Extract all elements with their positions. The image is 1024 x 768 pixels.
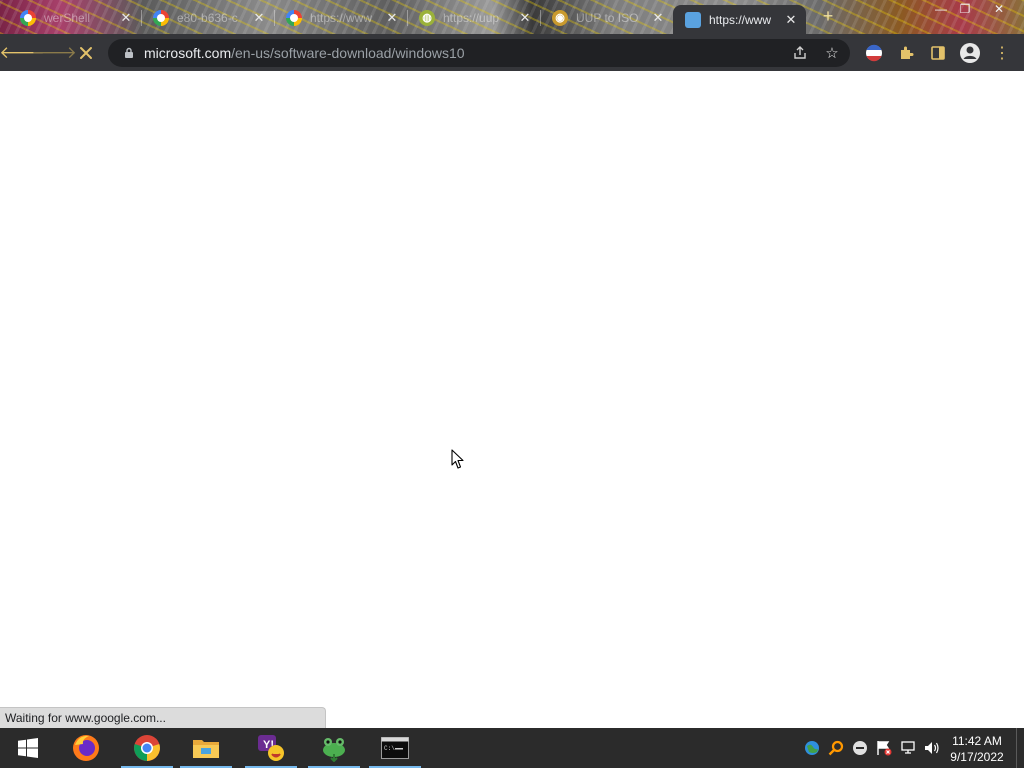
status-bubble: Waiting for www.google.com... (0, 707, 326, 728)
tab-5[interactable]: ◉ UUP to ISO ✕ (540, 5, 673, 30)
tab-4[interactable]: ◍ https://uup ✕ (407, 5, 540, 30)
browser-toolbar: 🡐 🡒 microsoft.com/en-us/software-downloa… (0, 34, 1024, 71)
extensions-puzzle-icon[interactable] (895, 42, 917, 64)
minus-circle-icon[interactable] (851, 739, 869, 757)
taskbar-firefox[interactable] (58, 728, 114, 768)
tab-title: https://www (310, 10, 373, 25)
close-tab-icon[interactable]: ✕ (651, 10, 665, 25)
google-icon (286, 9, 302, 26)
side-panel-icon[interactable] (927, 42, 949, 64)
extension-flag-icon[interactable] (863, 42, 885, 64)
globe-icon: ◍ (419, 9, 435, 26)
mouse-cursor-icon (451, 449, 465, 475)
google-icon (153, 9, 169, 26)
tab-title: e80-b636-c (177, 10, 238, 25)
frog-icon (323, 738, 345, 762)
address-bar[interactable]: microsoft.com/en-us/software-download/wi… (108, 39, 850, 67)
command-prompt-icon: C:\ (381, 737, 409, 759)
clock-time: 11:42 AM (952, 734, 1002, 748)
tab-3[interactable]: https://www ✕ (274, 5, 407, 30)
menu-kebab-icon[interactable]: ⋮ (991, 42, 1013, 64)
bookmark-star-icon[interactable]: ☆ (822, 43, 842, 63)
taskbar-frog-app[interactable] (306, 728, 362, 768)
close-tab-icon[interactable]: ✕ (518, 10, 532, 25)
stop-loading-button[interactable] (73, 40, 99, 66)
url-path: /en-us/software-download/windows10 (231, 45, 465, 61)
yahoo-messenger-icon: Y! (258, 735, 284, 761)
start-button[interactable] (0, 728, 56, 768)
tab-1[interactable]: werShell ✕ (8, 5, 141, 30)
close-tab-icon[interactable]: ✕ (385, 10, 399, 25)
new-tab-button[interactable]: + (818, 6, 838, 26)
address-url: microsoft.com/en-us/software-download/wi… (144, 45, 465, 61)
volume-icon[interactable] (923, 739, 941, 757)
firefox-icon (73, 735, 99, 761)
tab-2[interactable]: e80-b636-c ✕ (141, 5, 274, 30)
microsoft-icon (685, 11, 701, 28)
taskbar: Y! C:\ 11:42 AM 9/17/2022 (0, 728, 1024, 768)
windows-logo-icon (18, 738, 38, 758)
uup-icon: ◉ (552, 9, 568, 26)
restore-icon[interactable]: ❐ (950, 0, 980, 18)
taskbar-file-explorer[interactable] (178, 728, 234, 768)
close-window-icon[interactable]: ✕ (984, 0, 1014, 18)
url-host: microsoft.com (144, 45, 232, 61)
taskbar-yahoo-messenger[interactable]: Y! (243, 728, 299, 768)
profile-avatar-icon[interactable] (959, 42, 981, 64)
search-tray-icon[interactable] (827, 739, 845, 757)
taskbar-command-prompt[interactable]: C:\ (367, 728, 423, 768)
svg-text:C:\: C:\ (384, 745, 395, 752)
file-explorer-icon (193, 740, 219, 758)
google-icon (20, 9, 36, 26)
close-tab-icon[interactable]: ✕ (784, 12, 798, 27)
taskbar-chrome[interactable] (119, 728, 175, 768)
clock-date: 9/17/2022 (950, 750, 1004, 764)
flag-alert-icon[interactable] (875, 739, 893, 757)
close-tab-icon[interactable]: ✕ (119, 10, 133, 25)
tab-title: https://www (709, 12, 772, 27)
network-globe-icon[interactable] (803, 739, 821, 757)
show-desktop-button[interactable] (1016, 728, 1024, 768)
tab-title: https://uup (443, 10, 500, 25)
share-icon[interactable] (790, 43, 810, 63)
system-clock[interactable]: 11:42 AM 9/17/2022 (944, 733, 1010, 765)
tab-title: werShell (44, 10, 91, 25)
tab-title: UUP to ISO (576, 10, 639, 25)
stop-icon (80, 47, 92, 59)
page-content-blank (0, 71, 1024, 728)
close-tab-icon[interactable]: ✕ (252, 10, 266, 25)
forward-button[interactable]: 🡒 (31, 40, 77, 66)
chrome-icon (134, 735, 160, 761)
tab-6-active[interactable]: https://www ✕ (673, 5, 806, 34)
tab-strip: werShell ✕ e80-b636-c ✕ https://www ✕ ◍ … (0, 0, 1024, 34)
network-icon[interactable] (899, 739, 917, 757)
lock-icon[interactable] (122, 46, 136, 60)
